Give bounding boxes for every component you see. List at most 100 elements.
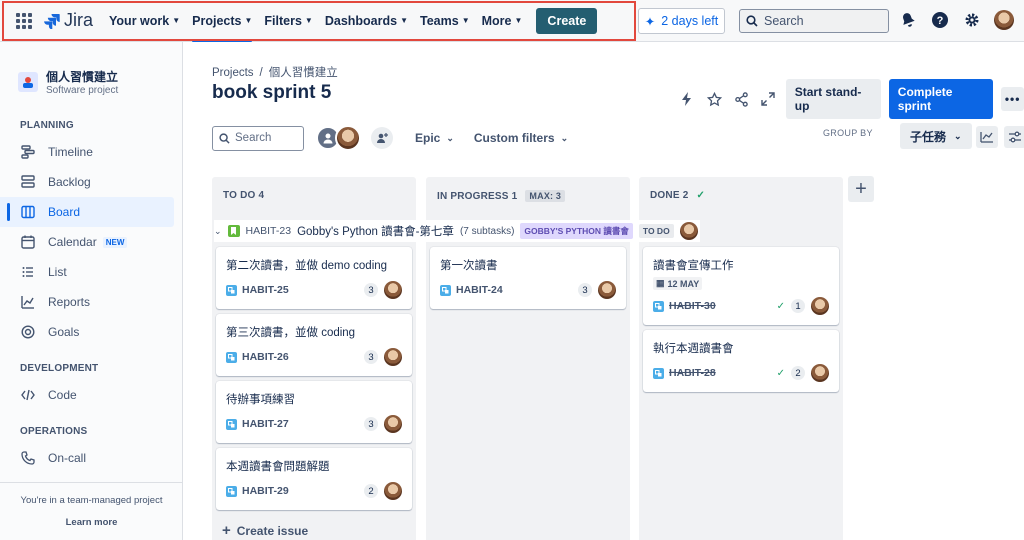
sidebar-item-calendar[interactable]: Calendar NEW (0, 227, 174, 257)
breadcrumb: Projects / 個人習慣建立 (212, 64, 338, 80)
view-settings-icon[interactable] (1004, 126, 1024, 148)
create-button[interactable]: Create (536, 7, 598, 34)
sidebar-item-timeline[interactable]: Timeline (0, 137, 174, 167)
issue-card[interactable]: 第三次讀書，並做 coding HABIT-26 3 (216, 314, 412, 376)
assignee-avatar[interactable] (598, 281, 616, 299)
assignee-avatar (679, 222, 698, 240)
help-icon[interactable]: ? (930, 10, 950, 30)
assignee-avatar[interactable] (384, 348, 402, 366)
complete-sprint-button[interactable]: Complete sprint (888, 79, 994, 119)
svg-text:?: ? (937, 15, 944, 27)
nav-dashboards[interactable]: Dashboards ▼ (319, 0, 414, 42)
global-search-placeholder: Search (764, 14, 804, 28)
card-title: 執行本週讀書會 (653, 343, 734, 355)
nav-filters[interactable]: Filters ▼ (258, 0, 318, 42)
nav-dashboards-label: Dashboards (324, 13, 398, 28)
issue-card[interactable]: 待辦事項練習 HABIT-27 3 (216, 381, 412, 443)
sidebar-item-label: On-call (48, 451, 87, 465)
calendar-icon: ▦ (656, 278, 665, 288)
checkmark-icon: ✓ (696, 190, 706, 201)
column-name: DONE (650, 190, 680, 201)
chevron-down-icon: ⌄ (446, 132, 454, 143)
sidebar-item-board[interactable]: Board (0, 197, 174, 227)
assignee-avatar[interactable] (811, 364, 829, 382)
chevron-down-icon: ▼ (304, 16, 313, 25)
sidebar-item-code[interactable]: Code (0, 380, 174, 410)
swimlane-header[interactable]: ⌄ HABIT-23 Gobby's Python 讀書會-第七章 (7 sub… (214, 220, 700, 242)
estimate-badge: 3 (578, 283, 592, 297)
status-lozenge: TO DO (638, 224, 674, 238)
lightning-icon[interactable] (678, 89, 697, 109)
add-column-button[interactable]: + (848, 176, 874, 202)
nav-your-work[interactable]: Your work ▼ (103, 0, 186, 42)
custom-filters-label: Custom filters (473, 131, 555, 145)
epic-lozenge: GOBBY'S PYTHON 讀書會 (520, 223, 633, 239)
global-search-input[interactable]: Search (739, 9, 889, 33)
star-icon[interactable] (705, 89, 724, 109)
nav-projects[interactable]: Projects ▼ (186, 0, 258, 42)
card-title: 第一次讀書 (440, 260, 498, 272)
sidebar-item-label: List (48, 265, 67, 279)
learn-more-link[interactable]: Learn more (0, 517, 183, 528)
insights-chart-icon[interactable] (976, 126, 998, 148)
jira-logo[interactable]: Jira (44, 10, 93, 31)
create-issue-button[interactable]: + Create issue (222, 522, 308, 539)
project-header[interactable]: 個人習慣建立 Software project (18, 68, 182, 96)
assignee-avatar[interactable] (384, 415, 402, 433)
estimate-badge: 3 (364, 283, 378, 297)
assignee-avatar[interactable] (384, 281, 402, 299)
issue-card[interactable]: 第一次讀書 HABIT-24 3 (430, 247, 626, 309)
sidebar-item-goals[interactable]: Goals (0, 317, 174, 347)
sidebar-item-label: Code (48, 388, 77, 402)
subtask-icon (226, 351, 237, 363)
trial-button[interactable]: ✦ 2 days left (638, 8, 725, 34)
sidebar-item-list[interactable]: List (0, 257, 174, 287)
issue-card[interactable]: 讀書會宣傳工作 ▦ 12 MAY HABIT-30 ✓ 1 (643, 247, 839, 325)
epic-filter-label: Epic (415, 131, 441, 145)
more-actions-button[interactable]: ••• (1001, 87, 1024, 111)
plus-icon: + (855, 177, 867, 200)
development-section-label: DEVELOPMENT (20, 363, 99, 374)
project-avatar-icon (18, 72, 38, 92)
start-standup-button[interactable]: Start stand-up (785, 79, 881, 119)
custom-filters-dropdown[interactable]: Custom filters ⌄ (468, 127, 574, 149)
add-people-icon[interactable] (371, 127, 393, 149)
group-by-select[interactable]: 子任務 ⌄ (900, 123, 972, 149)
card-title: 第三次讀書，並做 coding (226, 327, 356, 339)
notifications-icon[interactable] (898, 10, 918, 30)
sidebar-item-backlog[interactable]: Backlog (0, 167, 174, 197)
share-icon[interactable] (732, 89, 751, 109)
nav-more[interactable]: More ▼ (476, 0, 529, 42)
breadcrumb-projects[interactable]: Projects (212, 67, 254, 79)
sidebar-item-on-call[interactable]: On-call (0, 443, 174, 473)
user-avatar[interactable] (335, 125, 361, 151)
breadcrumb-project[interactable]: 個人習慣建立 (269, 67, 338, 79)
nav-filters-label: Filters (264, 13, 302, 28)
epic-filter-dropdown[interactable]: Epic ⌄ (409, 127, 460, 149)
nav-teams-label: Teams (420, 13, 459, 28)
card-title: 讀書會宣傳工作 (653, 260, 734, 272)
assignee-avatar[interactable] (384, 482, 402, 500)
board-icon (20, 204, 36, 220)
card-key: HABIT-27 (242, 418, 289, 430)
assignee-avatar[interactable] (811, 297, 829, 315)
chevron-down-icon: ▼ (514, 16, 523, 25)
sidebar-item-reports[interactable]: Reports (0, 287, 174, 317)
card-footer: HABIT-24 3 (440, 281, 616, 299)
issue-card[interactable]: 本週讀書會問題解題 HABIT-29 2 (216, 448, 412, 510)
card-key: HABIT-30 (669, 300, 716, 312)
nav-teams[interactable]: Teams ▼ (414, 0, 476, 42)
sidebar-item-label: Goals (48, 325, 80, 339)
board-search-input[interactable]: Search (212, 125, 304, 151)
settings-gear-icon[interactable] (962, 10, 982, 30)
profile-avatar[interactable] (994, 10, 1014, 30)
card-title: 第二次讀書，並做 demo coding (226, 260, 388, 272)
app-switcher-icon[interactable] (16, 12, 32, 29)
assignee-filter (316, 125, 393, 151)
estimate-badge: 1 (791, 299, 805, 313)
issue-card[interactable]: 第二次讀書，並做 demo coding HABIT-25 3 (216, 247, 412, 309)
board-main: Projects / 個人習慣建立 book sprint 5 Start stan… (184, 42, 1024, 540)
issue-card[interactable]: 執行本週讀書會 HABIT-28 ✓ 2 (643, 330, 839, 392)
sparkle-icon: ✦ (644, 14, 656, 29)
expand-icon[interactable] (759, 89, 778, 109)
